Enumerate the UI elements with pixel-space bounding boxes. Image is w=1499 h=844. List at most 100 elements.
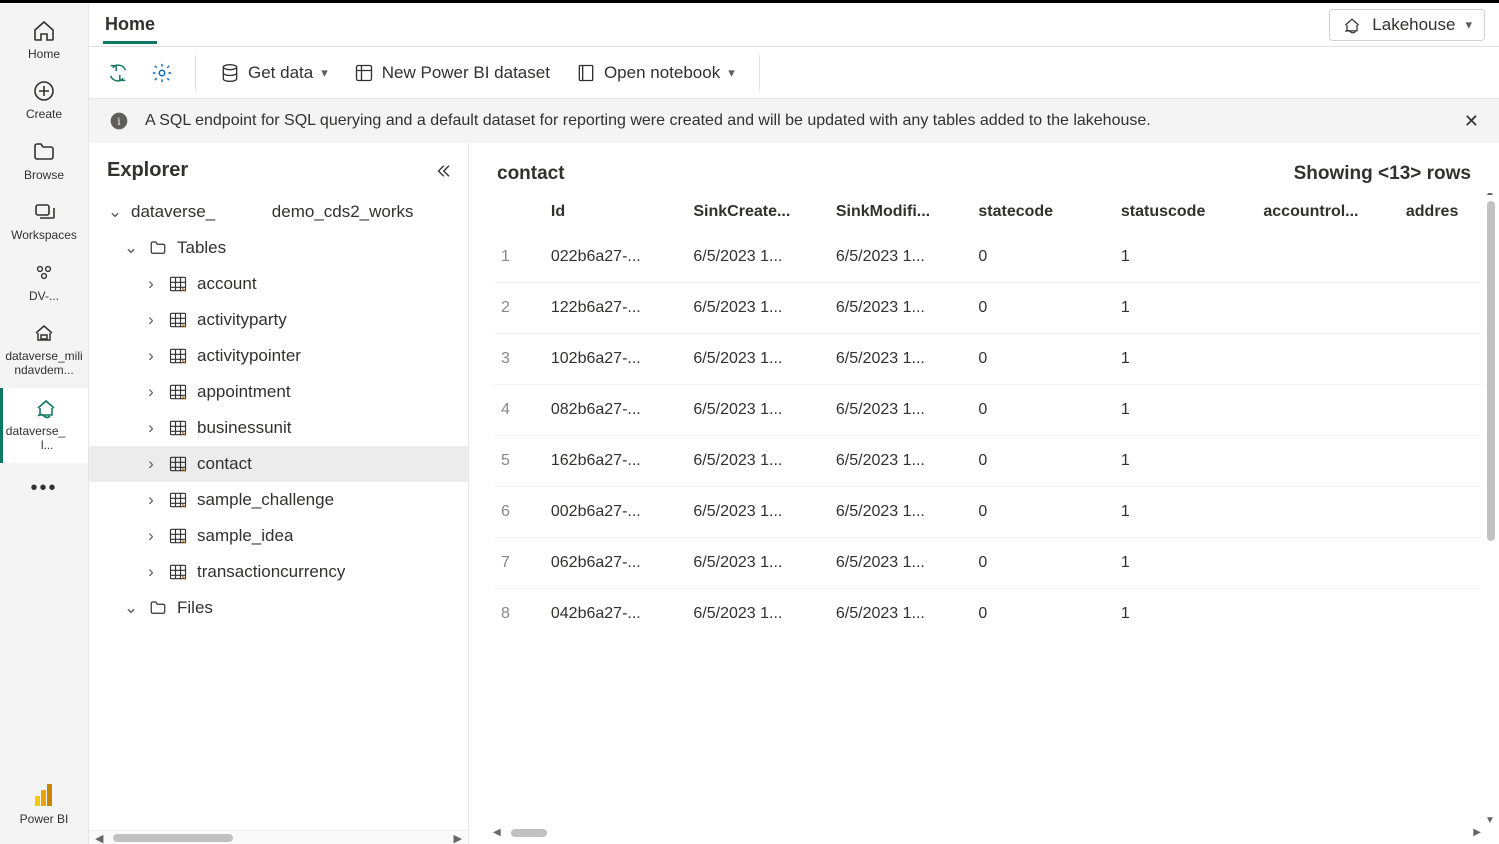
chevron-right-icon: ›: [143, 274, 159, 294]
tree-table-item[interactable]: ›transactioncurrency: [89, 554, 468, 590]
grid-vscroll[interactable]: ▲ ▼: [1485, 193, 1497, 824]
tree-tables-folder[interactable]: ⌄ Tables: [89, 230, 468, 266]
cell: 1: [1113, 334, 1256, 385]
cell: [1398, 538, 1481, 589]
cell: 6/5/2023 1...: [685, 589, 828, 640]
scroll-thumb[interactable]: [1487, 201, 1495, 541]
cell: [1398, 334, 1481, 385]
tree-root[interactable]: ⌄ dataverse_ demo_cds2_works: [89, 194, 468, 230]
info-message: A SQL endpoint for SQL querying and a de…: [145, 112, 1151, 130]
tree-table-item[interactable]: ›account: [89, 266, 468, 302]
tab-home[interactable]: Home: [103, 6, 157, 44]
col-header[interactable]: accountrol...: [1255, 193, 1398, 232]
grid-rowcount: Showing <13> rows: [1294, 163, 1471, 185]
row-number: 5: [493, 436, 543, 487]
nav-home[interactable]: Home: [0, 11, 88, 71]
mode-selector[interactable]: Lakehouse ▾: [1329, 9, 1485, 41]
scroll-down-icon: ▼: [1485, 815, 1495, 826]
row-number: 8: [493, 589, 543, 640]
cell: [1255, 538, 1398, 589]
nav-pinned-lakehouse-1[interactable]: dataverse_milindavdem...: [0, 313, 88, 388]
tree-table-item[interactable]: ›appointment: [89, 374, 468, 410]
chevron-right-icon: ›: [143, 382, 159, 402]
cell: 6/5/2023 1...: [685, 487, 828, 538]
new-dataset-button[interactable]: New Power BI dataset: [344, 57, 560, 89]
nav-more[interactable]: •••: [0, 463, 88, 514]
explorer-hscroll[interactable]: ◀ ▶: [89, 830, 468, 844]
info-icon: i: [109, 111, 129, 131]
tree-files-folder[interactable]: ⌄ Files: [89, 590, 468, 626]
grid-title: contact: [497, 163, 565, 185]
cell: 6/5/2023 1...: [685, 232, 828, 283]
table-row[interactable]: 7062b6a27-...6/5/2023 1...6/5/2023 1...0…: [493, 538, 1481, 589]
cell: [1255, 283, 1398, 334]
cell: [1398, 385, 1481, 436]
get-data-button[interactable]: Get data ▾: [210, 57, 338, 89]
tree-table-item[interactable]: ›activityparty: [89, 302, 468, 338]
open-notebook-button[interactable]: Open notebook ▾: [566, 57, 745, 89]
scroll-thumb[interactable]: [511, 829, 547, 837]
nav-pinned-lakehouse-2[interactable]: dataverse_ l...: [0, 388, 88, 463]
refresh-button[interactable]: [99, 56, 137, 90]
chevron-right-icon: ›: [143, 526, 159, 546]
tree-table-item[interactable]: ›businessunit: [89, 410, 468, 446]
cell: 102b6a27-...: [543, 334, 686, 385]
tree-label: Files: [177, 598, 213, 618]
cell: 1: [1113, 436, 1256, 487]
tree-label: sample_idea: [197, 526, 293, 546]
cell: 6/5/2023 1...: [828, 334, 971, 385]
table-row[interactable]: 4082b6a27-...6/5/2023 1...6/5/2023 1...0…: [493, 385, 1481, 436]
notebook-icon: [576, 63, 596, 83]
cell: 062b6a27-...: [543, 538, 686, 589]
table-row[interactable]: 3102b6a27-...6/5/2023 1...6/5/2023 1...0…: [493, 334, 1481, 385]
tree-table-item[interactable]: › sample_idea: [89, 518, 468, 554]
table-row[interactable]: 5162b6a27-...6/5/2023 1...6/5/2023 1...0…: [493, 436, 1481, 487]
cell: [1398, 589, 1481, 640]
tree-table-item[interactable]: ›activitypointer: [89, 338, 468, 374]
group-icon: [32, 261, 56, 285]
table-row[interactable]: 2122b6a27-...6/5/2023 1...6/5/2023 1...0…: [493, 283, 1481, 334]
cell: 6/5/2023 1...: [685, 436, 828, 487]
nav-browse[interactable]: Browse: [0, 132, 88, 192]
table-icon: [167, 382, 189, 402]
gear-icon: [151, 62, 173, 84]
cell: [1255, 334, 1398, 385]
button-label: Open notebook: [604, 63, 720, 83]
nav-pinned-dv[interactable]: DV-...: [0, 253, 88, 313]
button-label: Get data: [248, 63, 313, 83]
chevron-right-icon: ›: [143, 454, 159, 474]
table-icon: [167, 526, 189, 546]
nav-powerbi[interactable]: Power BI: [0, 774, 88, 844]
col-header[interactable]: SinkCreate...: [685, 193, 828, 232]
table-row[interactable]: 1022b6a27-...6/5/2023 1...6/5/2023 1...0…: [493, 232, 1481, 283]
nav-workspaces[interactable]: Workspaces: [0, 192, 88, 252]
settings-button[interactable]: [143, 56, 181, 90]
grid-hscroll[interactable]: ◀ ▶: [493, 826, 1481, 840]
folder-icon: [147, 239, 169, 257]
tree-label: Tables: [177, 238, 226, 258]
cell: 1: [1113, 283, 1256, 334]
chevron-down-icon: ⌄: [123, 598, 139, 618]
cell: 6/5/2023 1...: [685, 538, 828, 589]
tree-table-item[interactable]: ›contact: [89, 446, 468, 482]
close-icon[interactable]: ✕: [1464, 111, 1479, 132]
col-header[interactable]: statecode: [970, 193, 1113, 232]
scroll-thumb[interactable]: [113, 834, 233, 842]
cell: 6/5/2023 1...: [828, 283, 971, 334]
col-header[interactable]: SinkModifi...: [828, 193, 971, 232]
cell: [1255, 487, 1398, 538]
cell: [1398, 436, 1481, 487]
col-header[interactable]: Id: [543, 193, 686, 232]
nav-label: dataverse_ l...: [5, 424, 86, 453]
collapse-button[interactable]: [434, 162, 452, 180]
col-header[interactable]: addres: [1398, 193, 1481, 232]
info-bar: i A SQL endpoint for SQL querying and a …: [89, 99, 1499, 143]
chevron-down-icon: ⌄: [107, 202, 123, 222]
cell: [1398, 232, 1481, 283]
table-row[interactable]: 6002b6a27-...6/5/2023 1...6/5/2023 1...0…: [493, 487, 1481, 538]
tree-table-item[interactable]: ›sample_challenge: [89, 482, 468, 518]
col-header[interactable]: statuscode: [1113, 193, 1256, 232]
lakehouse-icon: [32, 321, 56, 345]
nav-create[interactable]: Create: [0, 71, 88, 131]
table-row[interactable]: 8042b6a27-...6/5/2023 1...6/5/2023 1...0…: [493, 589, 1481, 640]
